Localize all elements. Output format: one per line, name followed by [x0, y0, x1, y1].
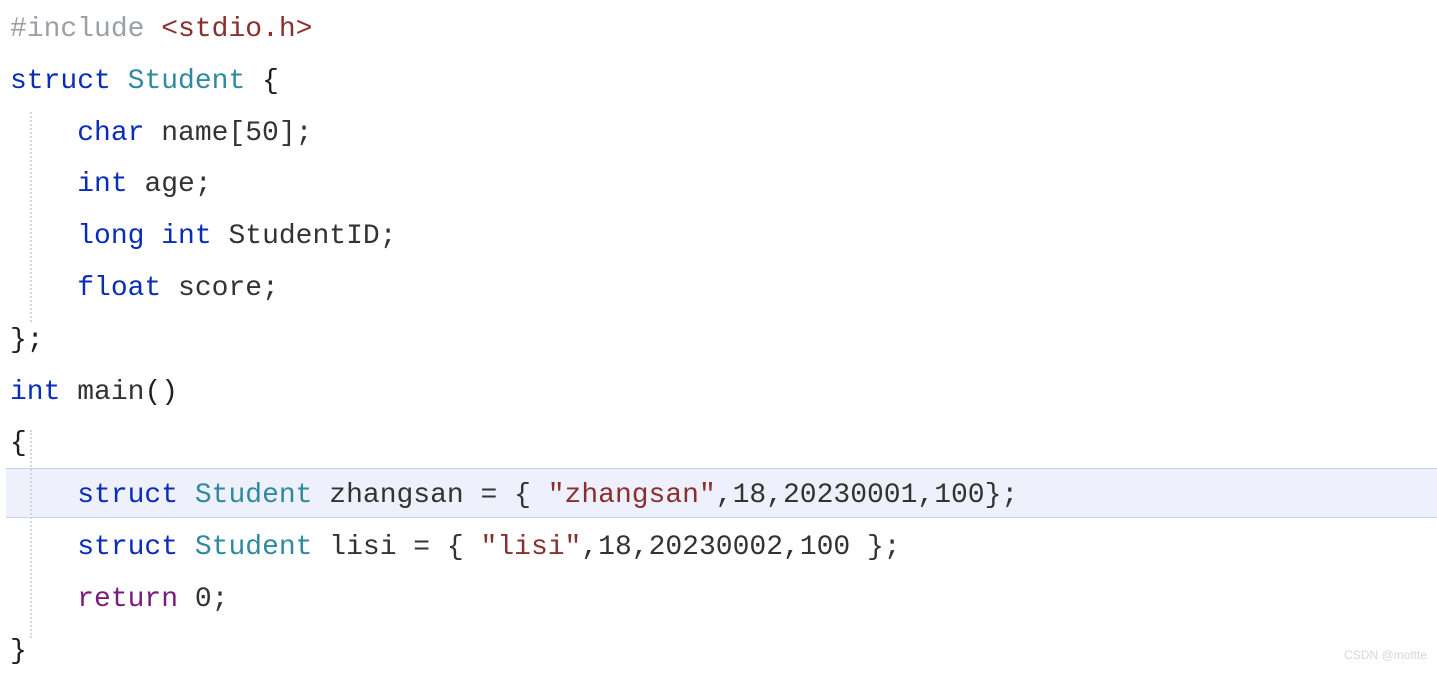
preprocessor-hash: # [10, 14, 27, 45]
type-name: Student [128, 66, 246, 97]
code-line: } [10, 636, 27, 667]
brace-open: { [262, 66, 279, 97]
keyword-float: float [77, 273, 161, 304]
initializer-values: ,18,20230002,100 }; [581, 532, 900, 563]
code-line: struct Student { [10, 66, 279, 97]
code-line: { [10, 428, 27, 459]
variable-init: lisi = { [329, 532, 480, 563]
declaration: name[50]; [144, 118, 312, 149]
keyword-struct: struct [10, 66, 111, 97]
keyword-struct: struct [77, 532, 178, 563]
code-line: long int StudentID; [10, 221, 397, 252]
code-line: }; [10, 325, 44, 356]
keyword-char: char [77, 118, 144, 149]
code-line: int main() [10, 377, 178, 408]
initializer-values: ,18,20230001,100}; [716, 480, 1018, 511]
code-line-highlighted: struct Student zhangsan = { "zhangsan",1… [10, 480, 1018, 511]
type-name: Student [195, 480, 313, 511]
brace-open: { [10, 428, 27, 459]
watermark: CSDN @mottte [1344, 644, 1427, 666]
struct-end: }; [10, 325, 44, 356]
keyword-int: int [161, 221, 211, 252]
keyword-struct: struct [77, 480, 178, 511]
type-name: Student [195, 532, 313, 563]
code-line: struct Student lisi = { "lisi",18,202300… [10, 532, 901, 563]
keyword-return: return [77, 584, 178, 615]
string-literal: "lisi" [481, 532, 582, 563]
brace-close: } [10, 636, 27, 667]
parentheses: () [144, 377, 178, 408]
preprocessor-include: include [27, 14, 161, 45]
function-name: main [77, 377, 144, 408]
code-line: char name[50]; [10, 118, 312, 149]
code-line: int age; [10, 169, 212, 200]
variable-init: zhangsan = { [329, 480, 547, 511]
string-literal: "zhangsan" [548, 480, 716, 511]
keyword-long: long [77, 221, 144, 252]
keyword-int: int [77, 169, 127, 200]
header-file: <stdio.h> [161, 14, 312, 45]
declaration: StudentID; [212, 221, 397, 252]
return-value: 0; [178, 584, 228, 615]
code-line: return 0; [10, 584, 228, 615]
code-editor: #include <stdio.h> struct Student { char… [0, 0, 1437, 677]
declaration: score; [161, 273, 279, 304]
code-line: float score; [10, 273, 279, 304]
keyword-int: int [10, 377, 60, 408]
code-line: #include <stdio.h> [10, 14, 312, 45]
declaration: age; [128, 169, 212, 200]
